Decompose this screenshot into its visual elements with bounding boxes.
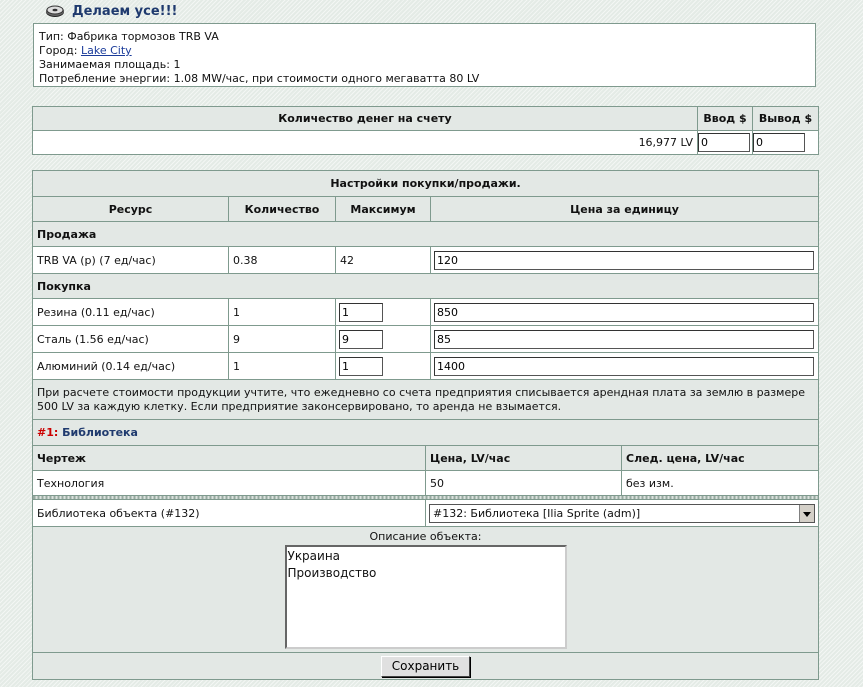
- rent-note: При расчете стоимости продукции учтите, …: [31, 379, 820, 420]
- description-line: Производство: [287, 566, 377, 580]
- resource-name: Резина (0.11 ед/час): [32, 298, 229, 326]
- chevron-down-icon[interactable]: [799, 504, 814, 522]
- col-quantity: Количество: [228, 196, 336, 222]
- type-value: Фабрика тормозов TRB VA: [67, 30, 219, 43]
- blueprint-next-price: без изм.: [620, 470, 820, 496]
- resource-qty: 1: [228, 298, 336, 326]
- trade-title: Настройки покупки/продажи.: [31, 170, 820, 197]
- blueprint-name: Технология: [32, 470, 426, 496]
- deposit-header: Ввод $: [697, 106, 753, 131]
- price-input[interactable]: [434, 329, 814, 349]
- description-textarea[interactable]: Украина Производство: [284, 545, 567, 649]
- library-table: #1: Библиотека Чертеж Цена, LV/час След.…: [31, 419, 820, 500]
- buy-section: Покупка: [31, 273, 820, 299]
- description-line: Украина: [287, 549, 341, 563]
- area-label: Занимаемая площадь:: [39, 58, 170, 71]
- deposit-input[interactable]: [698, 133, 750, 152]
- price-input[interactable]: [434, 356, 814, 376]
- money-header: Количество денег на счету: [32, 106, 698, 131]
- save-button[interactable]: Сохранить: [380, 655, 471, 677]
- col-blueprint: Чертеж: [32, 445, 426, 471]
- page-header: Делаем усе!!!: [44, 0, 177, 22]
- city-label: Город:: [39, 44, 78, 57]
- withdraw-header: Вывод $: [752, 106, 819, 131]
- energy-line: Потребление энергии: 1.08 MW/час, при ст…: [39, 72, 480, 85]
- withdraw-input[interactable]: [753, 133, 805, 152]
- resource-name: Алюминий (0.14 ед/час): [32, 352, 229, 380]
- max-input[interactable]: [339, 302, 383, 322]
- col-next-price: След. цена, LV/час: [620, 445, 820, 471]
- library-title: #1: Библиотека: [31, 419, 820, 446]
- description-label: Описание объекта:: [369, 530, 482, 543]
- library-name: Библиотека: [62, 426, 138, 439]
- resource-name: TRB VA (р) (7 ед/час): [32, 246, 229, 274]
- resource-qty: 0.38: [228, 246, 336, 274]
- col-max: Максимум: [335, 196, 431, 222]
- type-line: Тип: Фабрика тормозов TRB VA: [39, 30, 815, 44]
- disk-icon: [44, 3, 66, 19]
- object-select-value: #132: Библиотека [Ilia Sprite (adm)]: [433, 506, 641, 520]
- city-link[interactable]: Lake City: [81, 44, 132, 57]
- col-resource: Ресурс: [32, 196, 229, 222]
- area-line: Занимаемая площадь: 1: [39, 58, 815, 72]
- factory-info: Тип: Фабрика тормозов TRB VA Город: Lake…: [33, 23, 816, 87]
- library-number: #1:: [37, 426, 59, 439]
- library-object-table: Библиотека объекта (#132) #132: Библиоте…: [32, 499, 819, 680]
- table-row: Резина (0.11 ед/час) 1: [32, 298, 820, 326]
- balance-value: 16,977 LV: [32, 130, 698, 155]
- col-lib-price: Цена, LV/час: [425, 445, 622, 471]
- money-table: Количество денег на счету Ввод $ Вывод $…: [32, 106, 819, 155]
- col-price: Цена за единицу: [429, 196, 820, 222]
- resource-max: 42: [335, 246, 431, 274]
- resource-qty: 1: [228, 352, 336, 380]
- resource-name: Сталь (1.56 ед/час): [32, 325, 229, 353]
- page-title: Делаем усе!!!: [72, 3, 178, 19]
- sell-section: Продажа: [31, 221, 820, 247]
- type-label: Тип:: [39, 30, 64, 43]
- trade-table: Настройки покупки/продажи. Ресурс Количе…: [31, 170, 820, 420]
- max-input[interactable]: [339, 356, 383, 376]
- sell-price-input[interactable]: [434, 250, 814, 270]
- object-select[interactable]: #132: Библиотека [Ilia Sprite (adm)]: [429, 503, 815, 523]
- object-label: Библиотека объекта (#132): [32, 499, 426, 527]
- table-row: Сталь (1.56 ед/час) 9: [32, 325, 820, 353]
- blueprint-price: 50: [425, 470, 622, 496]
- table-row: TRB VA (р) (7 ед/час) 0.38 42: [32, 246, 820, 274]
- city-line: Город: Lake City: [39, 44, 815, 58]
- table-row: Алюминий (0.14 ед/час) 1: [32, 352, 820, 380]
- resource-qty: 9: [228, 325, 336, 353]
- area-value: 1: [173, 58, 181, 71]
- price-input[interactable]: [434, 302, 814, 322]
- table-row: Технология 50 без изм.: [32, 470, 820, 496]
- max-input[interactable]: [339, 329, 383, 349]
